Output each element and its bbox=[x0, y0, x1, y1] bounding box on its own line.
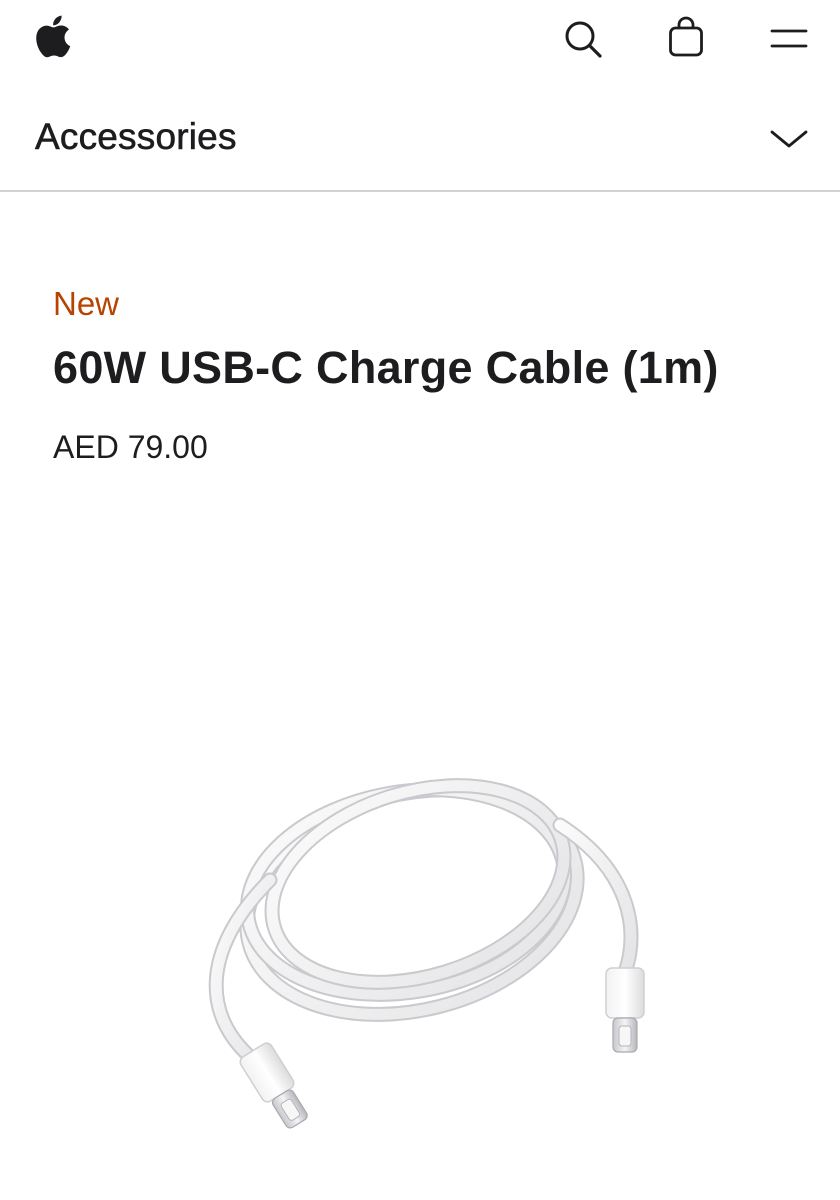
localnav-title[interactable]: Accessories bbox=[35, 116, 237, 158]
product-header: New 60W USB-C Charge Cable (1m) AED 79.0… bbox=[53, 282, 813, 468]
local-nav: Accessories bbox=[0, 96, 840, 192]
apple-logo-icon[interactable] bbox=[33, 14, 71, 58]
new-badge: New bbox=[53, 285, 120, 322]
product-title: 60W USB-C Charge Cable (1m) bbox=[53, 342, 719, 393]
bag-icon[interactable] bbox=[664, 14, 708, 60]
search-icon[interactable] bbox=[562, 18, 606, 62]
global-nav bbox=[0, 0, 840, 80]
product-page: Accessories New 60W USB-C Charge Cable (… bbox=[0, 0, 840, 1200]
menu-icon[interactable] bbox=[766, 18, 812, 62]
chevron-down-icon[interactable] bbox=[766, 122, 812, 156]
product-price: AED 79.00 bbox=[53, 429, 208, 465]
product-image bbox=[160, 760, 680, 1180]
